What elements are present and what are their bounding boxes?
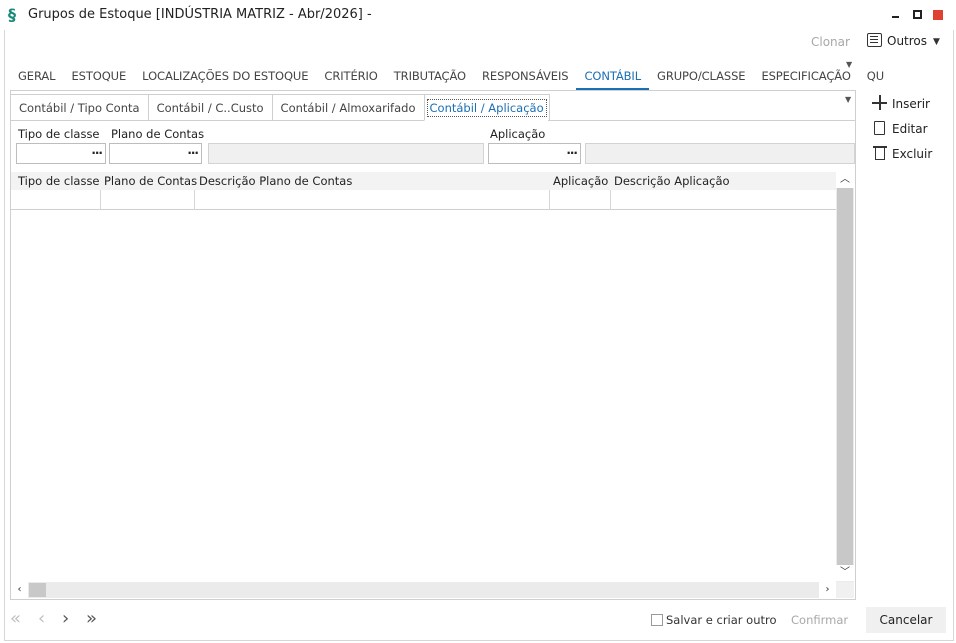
- close-icon: [933, 10, 943, 20]
- tab-criterio[interactable]: CRITÉRIO: [316, 66, 385, 90]
- list-icon: [867, 33, 882, 47]
- editar-label: Editar: [892, 122, 928, 136]
- first-record-icon[interactable]: «: [10, 609, 21, 629]
- sub-tabs: Contábil / Tipo Conta Contábil / C..Cust…: [10, 94, 550, 121]
- tab-responsaveis[interactable]: RESPONSÁVEIS: [474, 66, 576, 90]
- vertical-scroll-thumb[interactable]: [837, 188, 853, 566]
- subtabs-overflow-icon[interactable]: ▼: [845, 95, 851, 104]
- column-header[interactable]: Descrição Plano de Contas: [199, 174, 352, 188]
- inserir-button[interactable]: Inserir: [872, 95, 930, 111]
- data-grid[interactable]: [11, 171, 854, 598]
- salvar-criar-outro-label[interactable]: Salvar e criar outro: [666, 613, 777, 627]
- trash-icon: [872, 145, 888, 161]
- grid-filter-row[interactable]: [11, 190, 836, 210]
- subtab-aplicacao-label: Contábil / Aplicação: [426, 99, 547, 117]
- aplicacao-field[interactable]: ···: [488, 143, 581, 164]
- cancelar-button[interactable]: Cancelar: [866, 607, 946, 633]
- excluir-label: Excluir: [892, 147, 933, 161]
- column-header[interactable]: Plano de Contas: [104, 174, 197, 188]
- maximize-icon: [913, 10, 922, 19]
- editar-button[interactable]: Editar: [872, 120, 928, 136]
- lookup-dots-icon[interactable]: ···: [91, 146, 103, 160]
- tab-especificacao[interactable]: ESPECIFICAÇÃO: [753, 66, 858, 90]
- tab-geral[interactable]: GERAL: [10, 66, 63, 90]
- scroll-left-icon[interactable]: ‹: [11, 582, 28, 598]
- plano-contas-description-field: [208, 143, 484, 164]
- column-header[interactable]: Descrição Aplicação: [614, 174, 730, 188]
- subtab-almoxarifado[interactable]: Contábil / Almoxarifado: [271, 94, 425, 121]
- scroll-down-icon[interactable]: ﹀: [836, 565, 854, 581]
- inserir-label: Inserir: [892, 97, 930, 111]
- tab-grupo-classe[interactable]: GRUPO/CLASSE: [649, 66, 753, 90]
- subtab-c-custo[interactable]: Contábil / C..Custo: [147, 94, 273, 121]
- tab-estoque[interactable]: ESTOQUE: [63, 66, 134, 90]
- caret-down-icon: ▼: [933, 37, 940, 47]
- aplicacao-label: Aplicação: [490, 127, 546, 141]
- confirmar-button[interactable]: Confirmar: [791, 613, 848, 627]
- next-record-icon[interactable]: ›: [62, 609, 69, 629]
- divider: [548, 120, 856, 121]
- minimize-icon: [892, 16, 899, 18]
- grid-header: Tipo de classe Plano de Contas Descrição…: [11, 172, 836, 190]
- tabs-overflow-icon[interactable]: ▼: [846, 60, 852, 69]
- maximize-button[interactable]: [908, 5, 928, 25]
- minimize-button[interactable]: [886, 5, 906, 25]
- outros-menu-button[interactable]: Outros ▼: [867, 33, 940, 53]
- column-header[interactable]: Aplicação: [553, 174, 608, 188]
- tab-localizacoes[interactable]: LOCALIZAÇÕES DO ESTOQUE: [134, 66, 316, 90]
- column-separator: [100, 190, 101, 210]
- last-record-icon[interactable]: »: [86, 609, 97, 629]
- plano-contas-label: Plano de Contas: [111, 127, 205, 141]
- previous-record-icon[interactable]: ‹: [38, 609, 45, 629]
- column-separator: [610, 190, 611, 210]
- main-tabs: GERAL ESTOQUE LOCALIZAÇÕES DO ESTOQUE CR…: [10, 66, 892, 90]
- scroll-right-icon[interactable]: ›: [819, 582, 836, 598]
- excluir-button[interactable]: Excluir: [872, 145, 932, 161]
- plano-contas-field[interactable]: ···: [109, 143, 202, 164]
- lookup-dots-icon[interactable]: ···: [566, 146, 578, 160]
- edit-document-icon: [872, 120, 888, 136]
- app-logo-icon: §: [8, 5, 16, 24]
- scroll-corner: [836, 582, 854, 598]
- column-separator: [549, 190, 550, 210]
- outros-label: Outros: [887, 34, 928, 48]
- subtab-aplicacao[interactable]: Contábil / Aplicação: [423, 94, 550, 121]
- plus-icon: [872, 95, 888, 111]
- clonar-button[interactable]: Clonar: [811, 35, 850, 49]
- horizontal-scroll-thumb[interactable]: [29, 583, 46, 597]
- lookup-dots-icon[interactable]: ···: [187, 146, 199, 160]
- tab-qu[interactable]: QU: [859, 66, 892, 90]
- scroll-up-icon[interactable]: ︿: [836, 172, 854, 188]
- aplicacao-description-field: [585, 143, 855, 164]
- column-separator: [194, 190, 195, 210]
- tipo-classe-label: Tipo de classe: [18, 127, 100, 141]
- tipo-classe-field[interactable]: ···: [16, 143, 106, 164]
- subtab-tipo-conta[interactable]: Contábil / Tipo Conta: [10, 94, 149, 121]
- horizontal-scrollbar[interactable]: [11, 582, 836, 598]
- close-button[interactable]: [928, 5, 948, 25]
- window-title: Grupos de Estoque [INDÚSTRIA MATRIZ - Ab…: [28, 7, 372, 22]
- salvar-criar-outro-checkbox[interactable]: [651, 614, 663, 626]
- tab-tributacao[interactable]: TRIBUTAÇÃO: [386, 66, 474, 90]
- column-header[interactable]: Tipo de classe: [18, 174, 100, 188]
- tab-contabil[interactable]: CONTÁBIL: [576, 66, 650, 90]
